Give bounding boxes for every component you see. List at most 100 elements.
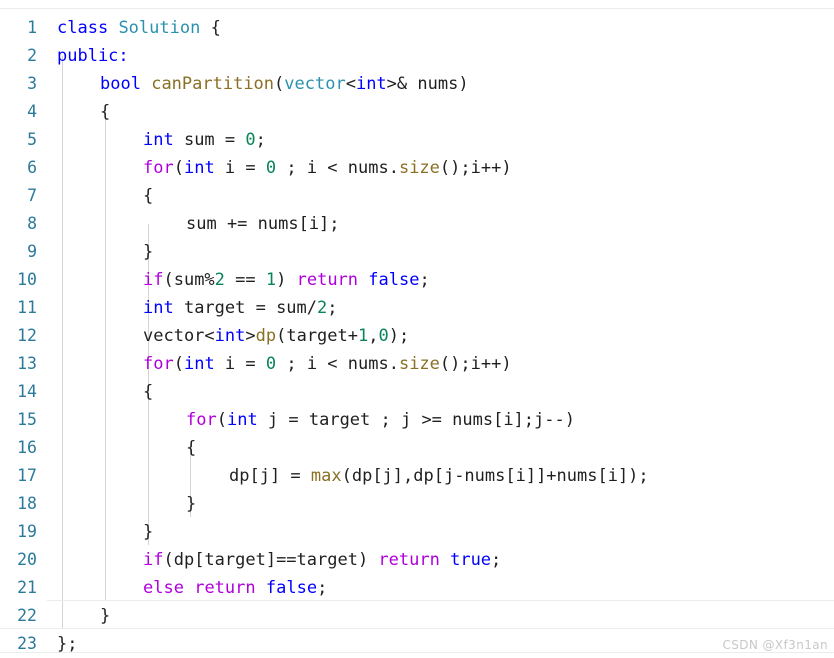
token-kw: int — [355, 74, 387, 94]
token-kw: int — [143, 298, 174, 318]
token-ctrl: if — [143, 550, 164, 570]
token-plain: ( — [173, 158, 184, 178]
code-lines-container[interactable]: 1 class Solution {2 public: 3 bool canPartit… — [0, 14, 834, 658]
token-plain: ; — [327, 298, 338, 318]
token-num: 0 — [265, 354, 277, 374]
token-plain: >& nums) — [386, 74, 469, 94]
code-text: { — [100, 98, 110, 126]
code-line[interactable]: 23}; — [0, 630, 834, 658]
token-plain: ; — [491, 550, 502, 570]
line-number: 12 — [17, 326, 37, 345]
line-number: 13 — [17, 354, 37, 373]
line-number: 14 — [17, 382, 37, 401]
token-plain: ); — [388, 326, 410, 346]
line-number: 15 — [17, 410, 37, 429]
code-text: dp[j] = max(dp[j],dp[j-nums[i]]+nums[i])… — [229, 462, 649, 490]
token-kw: int — [143, 130, 174, 150]
token-ctrl: for — [143, 158, 174, 178]
token-plain: (target+ — [276, 326, 358, 346]
token-num: 0 — [378, 326, 389, 346]
line-number: 4 — [27, 102, 37, 121]
token-plain: ( — [216, 410, 227, 430]
line-number: 8 — [27, 214, 37, 233]
token-plain: ; i < nums. — [276, 158, 399, 178]
code-line[interactable]: 4{ — [0, 98, 834, 126]
token-plain: ();i++) — [439, 158, 512, 178]
code-line[interactable]: 9} — [0, 238, 834, 266]
line-number: 20 — [17, 550, 37, 569]
line-number: 3 — [27, 74, 37, 93]
token-num: 1 — [265, 270, 277, 290]
token-num: 2 — [317, 298, 328, 318]
token-kw: int — [214, 326, 246, 346]
token-kw: true — [450, 550, 492, 570]
code-text: public: — [57, 42, 129, 70]
code-line[interactable]: 6 for(int i = 0 ; i < nums.size();i++) — [0, 154, 834, 182]
token-type: vector — [284, 74, 346, 94]
code-line[interactable]: 18} — [0, 490, 834, 518]
token-plain: target = sum/ — [173, 298, 318, 318]
code-line[interactable]: 17 dp[j] = max(dp[j],dp[j-nums[i]]+nums[i… — [0, 462, 834, 490]
code-text: }; — [57, 630, 77, 658]
code-line[interactable]: 1 class Solution { — [0, 14, 834, 42]
code-text: { — [186, 434, 196, 462]
line-number: 22 — [17, 606, 37, 625]
line-number: 10 — [17, 270, 37, 289]
token-kw: false — [265, 578, 318, 598]
code-line[interactable]: 5 int sum = 0; — [0, 126, 834, 154]
code-line[interactable]: 14 { — [0, 378, 834, 406]
code-text: int target = sum/2; — [143, 294, 338, 322]
code-text: bool canPartition(vector<int>& nums) — [100, 70, 469, 98]
code-line[interactable]: 10 if(sum%2 == 1) return false; — [0, 266, 834, 294]
token-plain: < — [345, 74, 356, 94]
token-num: 2 — [214, 270, 225, 290]
line-number: 17 — [17, 466, 37, 485]
token-plain: (dp[target]==target) — [163, 550, 379, 570]
code-text: if(sum%2 == 1) return false; — [143, 266, 430, 294]
token-ctrl: return — [296, 270, 359, 290]
code-text: } — [143, 238, 153, 266]
code-line[interactable]: 13 for(int i = 0 ; i < nums.size();i++) — [0, 350, 834, 378]
token-plain: { — [186, 438, 197, 458]
token-fn: dp — [255, 326, 277, 346]
code-text: int sum = 0; — [143, 126, 266, 154]
row-separator — [0, 652, 834, 653]
code-text: if(dp[target]==target) return true; — [143, 546, 501, 574]
code-line[interactable]: 22} — [0, 602, 834, 630]
line-number: 18 — [17, 494, 37, 513]
code-line[interactable]: 11 int target = sum/2; — [0, 294, 834, 322]
code-line[interactable]: 19} — [0, 518, 834, 546]
token-kw: int — [183, 158, 215, 178]
line-number: 9 — [27, 242, 37, 261]
token-plain: { — [100, 102, 111, 122]
code-line[interactable]: 12 vector<int>dp(target+1,0); — [0, 322, 834, 350]
code-text: class Solution { — [57, 14, 221, 42]
code-line[interactable]: 20 if(dp[target]==target) return true; — [0, 546, 834, 574]
code-line[interactable]: 7{ — [0, 182, 834, 210]
code-line[interactable]: 2 public: — [0, 42, 834, 70]
code-line[interactable]: 21 else return false; — [0, 574, 834, 602]
code-text: else return false; — [143, 574, 327, 602]
token-ctrl: return — [194, 578, 256, 598]
line-number: 2 — [27, 46, 37, 65]
token-plain: ();i++) — [439, 354, 512, 374]
token-plain: vector< — [143, 326, 215, 346]
token-plain: } — [186, 494, 197, 514]
token-ctrl: for — [143, 354, 174, 374]
line-number: 6 — [27, 158, 37, 177]
code-editor[interactable]: 1 class Solution {2 public: 3 bool canPartit… — [0, 0, 834, 657]
token-plain: (sum% — [163, 270, 215, 290]
token-plain: } — [100, 606, 111, 626]
editor-top-divider — [0, 8, 834, 9]
token-plain: } — [143, 242, 154, 262]
code-line[interactable]: 15 for(int j = target ; j >= nums[i];j--) — [0, 406, 834, 434]
code-line[interactable]: 16 { — [0, 434, 834, 462]
line-number: 19 — [17, 522, 37, 541]
token-plain: ; i < nums. — [276, 354, 399, 374]
code-line[interactable]: 3 bool canPartition(vector<int>& nums) — [0, 70, 834, 98]
code-line[interactable]: 8 sum += nums[i]; — [0, 210, 834, 238]
